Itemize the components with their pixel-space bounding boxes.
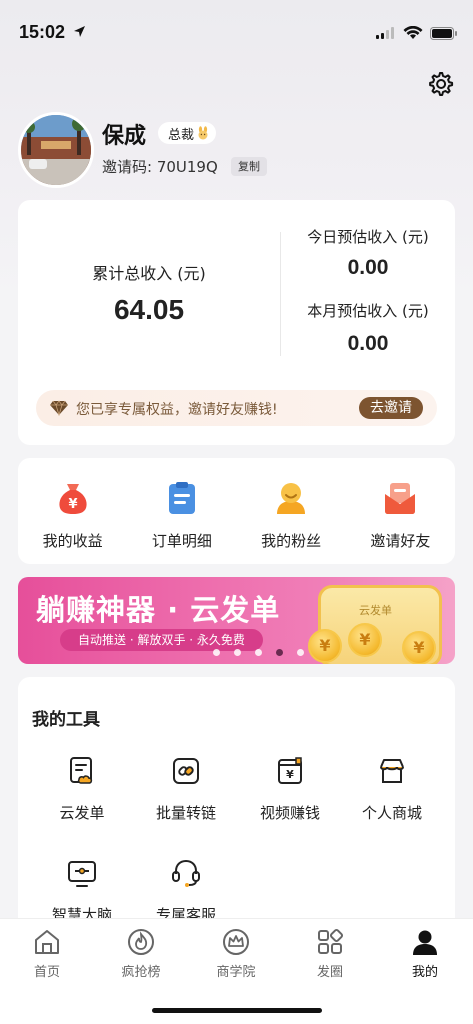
avatar-photo-icon — [21, 115, 91, 185]
quick-actions-card: ¥ 我的收益 订单明细 我的粉丝 邀请好友 — [18, 458, 455, 564]
invite-envelope-icon — [385, 483, 416, 514]
tool-cloud-post[interactable]: 云发单 — [30, 755, 134, 835]
total-income-label: 累计总收入 (元) — [92, 264, 206, 283]
headset-icon — [172, 859, 200, 887]
status-bar: 15:02 — [0, 0, 473, 66]
tools-title: 我的工具 — [32, 710, 100, 730]
income-card: 累计总收入 (元) 64.05 今日预估收入 (元) 0.00 本月预估收入 (… — [18, 200, 455, 445]
tool-personal-shop[interactable]: 个人商城 — [340, 755, 444, 835]
quick-item-label: 订单明细 — [151, 532, 212, 550]
settings-gear-icon[interactable] — [424, 68, 456, 100]
pagination-dot-active[interactable] — [276, 649, 283, 656]
benefit-bar[interactable]: 您已享专属权益，邀请好友赚钱! 去邀请 — [36, 390, 437, 426]
tool-label: 云发单 — [59, 804, 105, 822]
diamond-icon — [50, 400, 68, 416]
link-icon — [173, 758, 199, 784]
banner-subtitle: 自动推送 · 解放双手 · 永久免费 — [60, 629, 263, 651]
month-income-value: 0.00 — [347, 332, 389, 355]
fire-icon — [128, 929, 154, 955]
fans-icon — [277, 483, 306, 514]
svg-text:¥: ¥ — [286, 768, 294, 781]
clipboard-icon — [168, 482, 195, 514]
today-income-value: 0.00 — [347, 256, 389, 279]
total-income-value: 64.05 — [113, 294, 185, 325]
location-arrow-icon — [74, 26, 85, 37]
quick-item-label: 我的粉丝 — [261, 532, 322, 550]
copy-invite-code-button[interactable]: 复制 — [231, 157, 267, 176]
tools-card: 我的工具 云发单 批量转链 ¥ 视频赚钱 个人商城 智慧大脑 专属客服 — [18, 677, 455, 937]
level-badge: 总裁 — [158, 122, 217, 144]
pagination-dot[interactable] — [234, 649, 241, 656]
wifi-icon — [403, 26, 423, 39]
crown-icon — [223, 929, 249, 955]
tab-mine[interactable]: 我的 — [378, 927, 472, 983]
quick-item-invite-friends[interactable]: 邀请好友 — [346, 458, 455, 564]
quick-item-my-fans[interactable]: 我的粉丝 — [237, 458, 346, 564]
tab-moments[interactable]: 发圈 — [283, 927, 377, 983]
grid-icon — [318, 928, 344, 954]
money-bag-icon: ¥ — [59, 484, 87, 514]
promo-banner[interactable]: 躺赚神器 · 云发单 自动推送 · 解放双手 · 永久免费 云发单 ¥ ¥ ¥ — [18, 577, 455, 664]
banner-title: 躺赚神器 · 云发单 — [36, 593, 281, 627]
tab-home[interactable]: 首页 — [0, 927, 94, 983]
user-icon — [413, 930, 437, 955]
monitor-icon — [68, 861, 96, 887]
tab-label: 我的 — [411, 965, 438, 980]
tool-label: 视频赚钱 — [259, 804, 320, 822]
tool-batch-link[interactable]: 批量转链 — [134, 755, 238, 835]
today-income-label: 今日预估收入 (元) — [307, 228, 429, 246]
quick-item-order-details[interactable]: 订单明细 — [127, 458, 236, 564]
pagination-dot[interactable] — [213, 649, 220, 656]
coin-icon: ¥ — [402, 631, 436, 664]
avatar[interactable] — [18, 112, 94, 188]
status-time: 15:02 — [19, 22, 66, 42]
tab-label: 首页 — [33, 965, 60, 980]
cellular-signal-icon — [376, 27, 394, 39]
pagination-dot[interactable] — [297, 649, 304, 656]
banner-pagination — [213, 649, 304, 656]
quick-item-label: 我的收益 — [42, 532, 103, 550]
coin-icon: ¥ — [308, 629, 342, 663]
month-income-label: 本月预估收入 (元) — [307, 302, 429, 320]
shop-icon — [380, 759, 404, 783]
home-icon — [35, 930, 59, 954]
tool-label: 个人商城 — [361, 804, 422, 822]
tab-label: 发圈 — [316, 965, 343, 980]
coin-icon: ¥ — [348, 623, 382, 657]
cloud-doc-icon — [70, 757, 93, 784]
video-money-icon: ¥ — [278, 757, 302, 784]
invite-code: 邀请码: 70U19Q — [102, 158, 218, 176]
tab-business-school[interactable]: 商学院 — [189, 927, 283, 983]
tab-hot-list[interactable]: 疯抢榜 — [94, 927, 188, 983]
battery-icon — [430, 27, 457, 40]
banner-card-title: 云发单 — [359, 604, 392, 617]
level-badge-label: 总裁 — [168, 127, 195, 143]
quick-item-label: 邀请好友 — [370, 532, 431, 550]
tab-label: 商学院 — [216, 965, 256, 980]
pagination-dot[interactable] — [255, 649, 262, 656]
tool-label: 批量转链 — [155, 804, 216, 822]
svg-text:¥: ¥ — [68, 497, 77, 512]
quick-item-my-earnings[interactable]: ¥ 我的收益 — [18, 458, 127, 564]
tab-label: 疯抢榜 — [121, 965, 161, 980]
benefit-text: 您已享专属权益，邀请好友赚钱! — [76, 402, 278, 418]
bunny-icon — [198, 126, 208, 140]
go-invite-button[interactable]: 去邀请 — [359, 397, 423, 419]
home-indicator — [152, 1008, 322, 1013]
tool-video-money[interactable]: ¥ 视频赚钱 — [238, 755, 342, 835]
username: 保成 — [102, 124, 147, 149]
